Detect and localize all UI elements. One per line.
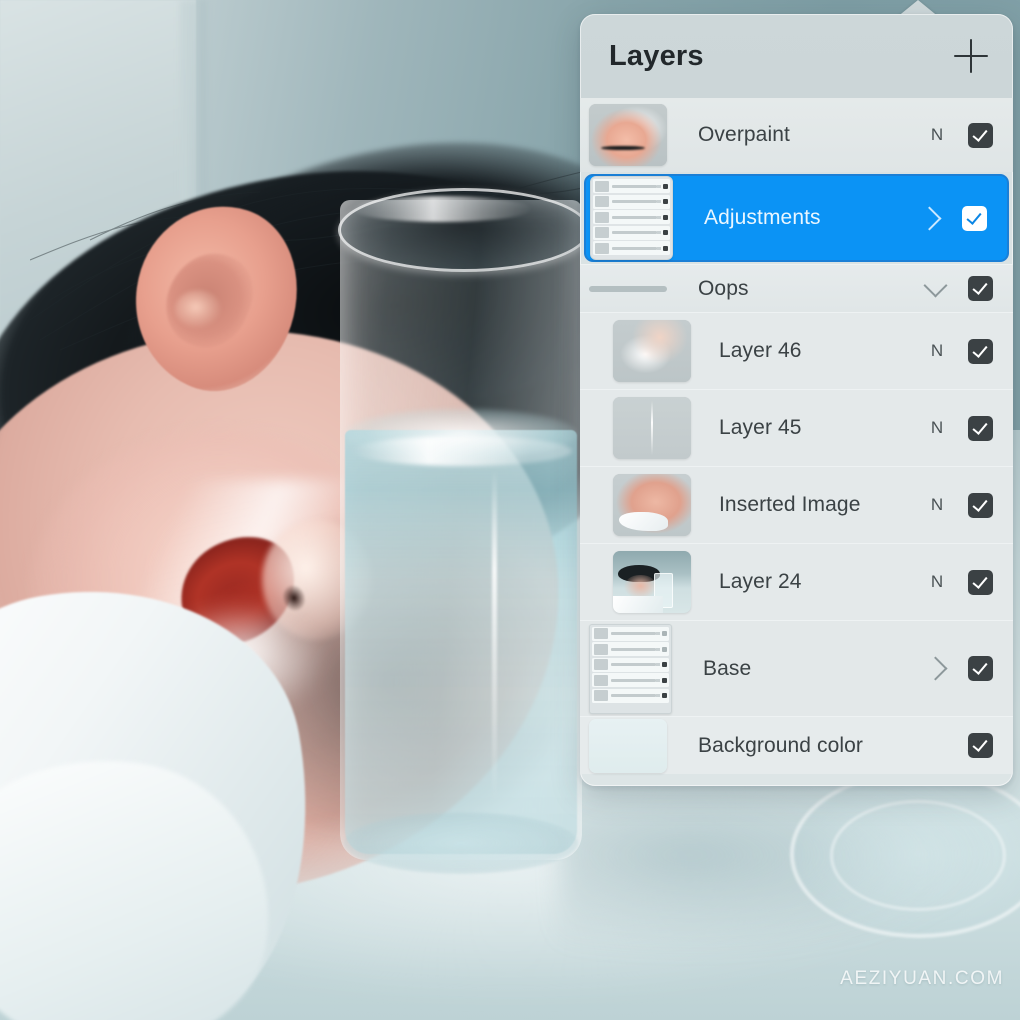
group-thumbnail[interactable] (590, 176, 673, 260)
mini-layer-list (591, 177, 672, 259)
panel-title: Layers (609, 39, 704, 72)
layers-list: Overpaint N Adjustments Oops Layer 46 N … (580, 98, 1013, 786)
layers-panel-header: Layers (580, 14, 1013, 98)
layer-row-overpaint[interactable]: Overpaint N (580, 98, 1013, 172)
blend-mode-label[interactable]: N (920, 572, 954, 592)
layer-row-layer-45[interactable]: Layer 45 N (580, 389, 1013, 466)
artwork-second-glass-inner (830, 800, 1006, 911)
layer-thumbnail[interactable] (589, 104, 667, 166)
layer-name-label: Background color (698, 733, 864, 757)
layer-thumbnail[interactable] (613, 320, 691, 382)
chevron-down-icon[interactable] (923, 273, 948, 298)
artwork-glass-water (345, 430, 577, 854)
background-color-swatch[interactable] (589, 718, 667, 773)
layer-name-label: Base (703, 656, 752, 680)
artwork-glass-rim-highlight (352, 196, 532, 222)
watermark: AEZIYUAN.COM (840, 968, 1004, 989)
layer-name-label: Layer 45 (719, 416, 802, 439)
artwork-ear-lobe (175, 290, 221, 328)
blend-mode-label[interactable]: N (920, 125, 954, 145)
blend-mode-label[interactable]: N (920, 341, 954, 361)
blend-mode-label[interactable]: N (920, 418, 954, 438)
group-collapse-bar (589, 285, 667, 292)
layer-visibility-checkbox[interactable] (968, 492, 993, 518)
artwork-glass-vertical-highlight (492, 470, 497, 800)
layer-name-label: Overpaint (698, 123, 790, 146)
layer-row-background-color[interactable]: Background color (580, 716, 1013, 774)
layer-row-layer-46[interactable]: Layer 46 N (580, 312, 1013, 389)
layer-visibility-checkbox[interactable] (968, 276, 993, 301)
layer-visibility-checkbox[interactable] (968, 656, 993, 681)
group-thumbnail[interactable] (589, 623, 672, 714)
mini-layer-list (590, 625, 671, 713)
layer-row-base[interactable]: Base (580, 620, 1013, 716)
layer-visibility-checkbox[interactable] (968, 415, 993, 441)
layer-visibility-checkbox[interactable] (968, 733, 993, 758)
layer-name-label: Layer 46 (719, 339, 802, 362)
layer-thumbnail[interactable] (613, 397, 691, 459)
layer-name-label: Inserted Image (719, 493, 861, 516)
layer-row-adjustments[interactable]: Adjustments (584, 174, 1009, 262)
layer-visibility-checkbox[interactable] (968, 569, 993, 595)
layer-row-layer-24[interactable]: Layer 24 N (580, 543, 1013, 620)
artwork-glass-base (344, 812, 578, 874)
layer-visibility-checkbox[interactable] (968, 122, 993, 148)
layer-name-label: Oops (698, 276, 749, 300)
layer-thumbnail[interactable] (613, 551, 691, 613)
chevron-right-icon[interactable] (917, 205, 942, 231)
app-canvas: AEZIYUAN.COM Layers Overpaint N Adjustme… (0, 0, 1020, 1020)
layer-row-oops[interactable]: Oops (580, 264, 1013, 312)
chevron-right-icon[interactable] (923, 656, 948, 681)
layer-visibility-checkbox[interactable] (962, 205, 987, 231)
add-layer-icon[interactable] (951, 36, 991, 76)
layer-visibility-checkbox[interactable] (968, 338, 993, 364)
layer-name-label: Adjustments (704, 206, 821, 229)
layers-panel: Layers Overpaint N Adjustments Oops Laye… (580, 14, 1013, 786)
layer-row-inserted-image[interactable]: Inserted Image N (580, 466, 1013, 543)
blend-mode-label[interactable]: N (920, 495, 954, 515)
layer-name-label: Layer 24 (719, 570, 802, 593)
layer-thumbnail[interactable] (613, 474, 691, 536)
artwork-glass-waterline-highlight (352, 436, 572, 466)
